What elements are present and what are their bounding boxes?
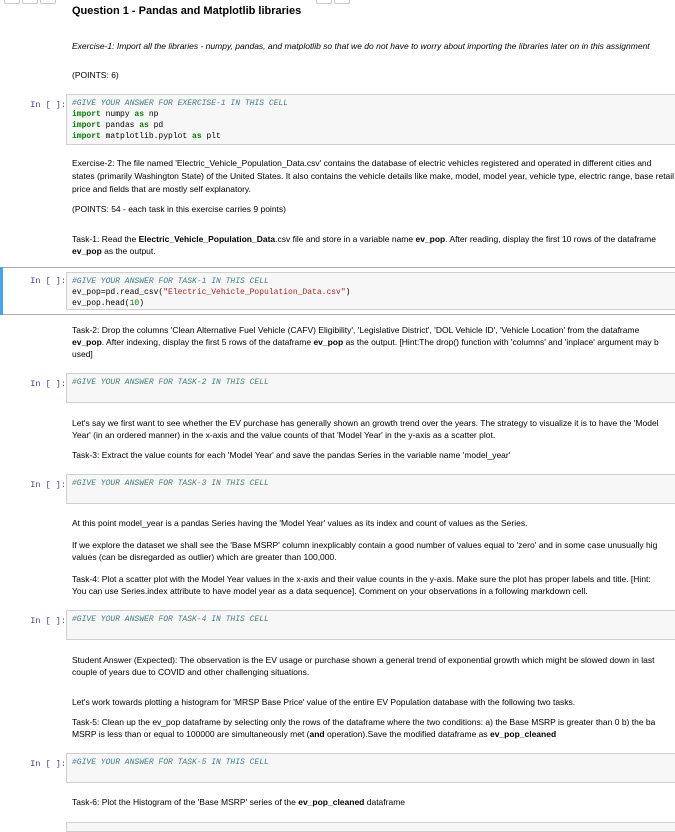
selected-cell-indicator [0, 267, 3, 315]
code-keyword: as [139, 121, 149, 130]
toolbar-button[interactable] [22, 0, 38, 4]
task1-line1: Task-1: Read the Electric_Vehicle_Popula… [72, 234, 675, 246]
code-cell-task2[interactable]: #GIVE YOUR ANSWER FOR TASK-2 IN THIS CEL… [66, 373, 675, 403]
task6-text: Task-6: Plot the Histogram of the 'Base … [72, 797, 675, 809]
code-text: numpy [100, 110, 135, 119]
task2-line3: used] [72, 349, 93, 359]
intro4-line2: If we explore the dataset we shall see t… [72, 540, 658, 550]
exercise1-points: (POINTS: 6) [72, 70, 119, 80]
task2-varname: ev_pop [313, 337, 344, 347]
task4-line1: Task-4: Plot a scatter plot with the Mod… [72, 574, 651, 584]
code-comment: #GIVE YOUR ANSWER FOR TASK-5 IN THIS CEL… [72, 758, 269, 767]
toolbar-button[interactable] [40, 0, 56, 4]
task4-line2: You can use Series.index attribute to ha… [72, 586, 588, 596]
code-text: np [144, 110, 159, 119]
task5-line2: MSRP is less than or equal to 100000 are… [72, 729, 675, 741]
code-cell-task4[interactable]: #GIVE YOUR ANSWER FOR TASK-4 IN THIS CEL… [66, 610, 675, 640]
code-text: ) [345, 288, 351, 297]
answer4-line2: couple of years due to COVID and other c… [72, 667, 310, 677]
code-keyword: import [72, 132, 101, 141]
task1-text: as the output. [101, 246, 156, 256]
task6-varname: ev_pop_cleaned [298, 797, 365, 807]
intro4-line3: values (can be disregarded as outlier) w… [72, 552, 337, 562]
code-keyword: import [72, 110, 101, 119]
code-keyword: as [192, 132, 202, 141]
exercise2-points: (POINTS: 54 - each task in this exercise… [72, 204, 286, 214]
code-comment: #GIVE YOUR ANSWER FOR TASK-2 IN THIS CEL… [72, 378, 269, 387]
code-comment: #GIVE YOUR ANSWER FOR EXERCISE-1 IN THIS… [72, 99, 289, 108]
code-comment: #GIVE YOUR ANSWER FOR TASK-1 IN THIS CEL… [72, 277, 269, 286]
code-text: ev_pop.head( [72, 299, 130, 308]
intro3-line1: Let's say we first want to see whether t… [72, 418, 659, 428]
toolbar-button[interactable] [316, 0, 332, 4]
task1-text: Task-1: Read the [72, 234, 139, 244]
code-comment: #GIVE YOUR ANSWER FOR TASK-4 IN THIS CEL… [72, 615, 269, 624]
task6-text-part: dataframe [364, 797, 406, 807]
cell-prompt: In [ ]: [30, 100, 66, 110]
code-text: pandas [100, 121, 140, 130]
task1-text: .csv file and store in a variable name [275, 234, 416, 244]
intro4-line1: At this point model_year is a pandas Ser… [72, 518, 528, 528]
task2-varname: ev_pop [72, 337, 102, 347]
code-cell-task3[interactable]: #GIVE YOUR ANSWER FOR TASK-3 IN THIS CEL… [66, 474, 675, 504]
task1-filename: Electric_Vehicle_Population_Data [138, 234, 276, 244]
code-text: matplotlib.pyplot [100, 132, 193, 141]
intro3-line2: Year' (in an ordered manner) in the x-ax… [72, 430, 496, 440]
cell-prompt: In [ ]: [30, 480, 66, 490]
intro5-text: Let's work towards plotting a histogram … [72, 697, 576, 707]
task1-text: . After reading, display the first 10 ro… [445, 234, 656, 244]
cell-prompt: In [ ]: [30, 616, 66, 626]
task5-and: and [309, 729, 325, 739]
task1-varname: ev_pop [415, 234, 446, 244]
code-text: plt [201, 132, 221, 141]
cell-prompt: In [ ]: [30, 759, 66, 769]
task1-line2: ev_pop as the output. [72, 246, 675, 258]
toolbar-button[interactable] [4, 0, 20, 4]
code-cell-task1[interactable]: #GIVE YOUR ANSWER FOR TASK-1 IN THIS CEL… [66, 272, 675, 310]
task5-text: MSRP is less than or equal to 100000 are… [72, 729, 310, 739]
task2-text: . After indexing, display the first 5 ro… [101, 337, 314, 347]
task2-line2: ev_pop. After indexing, display the firs… [72, 337, 675, 349]
code-text: ) [139, 299, 145, 308]
exercise1-text: Exercise-1: Import all the libraries - n… [72, 41, 650, 51]
code-string: "Electric_Vehicle_Population_Data.csv" [163, 288, 346, 297]
task1-varname: ev_pop [72, 246, 102, 256]
task5-varname: ev_pop_cleaned [490, 729, 557, 739]
toolbar-button[interactable] [334, 0, 350, 4]
task2-line1: Task-2: Drop the columns 'Clean Alternat… [72, 325, 640, 335]
task5-line1: Task-5: Clean up the ev_pop dataframe by… [72, 717, 656, 727]
task3-text: Task-3: Extract the value counts for eac… [72, 450, 511, 460]
task2-text: as the output. [Hint:The drop() function… [343, 337, 659, 347]
code-text: pd [148, 121, 164, 130]
answer4-line1: Student Answer (Expected): The observati… [72, 655, 655, 665]
code-cell-task5[interactable]: #GIVE YOUR ANSWER FOR TASK-5 IN THIS CEL… [66, 753, 675, 783]
page-title: Question 1 - Pandas and Matplotlib libra… [72, 5, 302, 17]
cell-prompt: In [ ]: [30, 276, 66, 286]
code-keyword: import [72, 121, 101, 130]
task6-text-part: Task-6: Plot the Histogram of the 'Base … [72, 797, 299, 807]
code-number: 10 [129, 299, 140, 308]
code-cell-exercise1[interactable]: #GIVE YOUR ANSWER FOR EXERCISE-1 IN THIS… [66, 94, 675, 145]
exercise2-text: Exercise-2: The file named 'Electric_Veh… [72, 158, 675, 194]
code-comment: #GIVE YOUR ANSWER FOR TASK-3 IN THIS CEL… [72, 479, 269, 488]
cell-prompt: In [ ]: [30, 379, 66, 389]
code-cell-next[interactable] [66, 822, 675, 832]
code-text: ev_pop=pd.read_csv( [72, 288, 164, 297]
code-keyword: as [134, 110, 145, 119]
task5-text: operation).Save the modified dataframe a… [324, 729, 490, 739]
